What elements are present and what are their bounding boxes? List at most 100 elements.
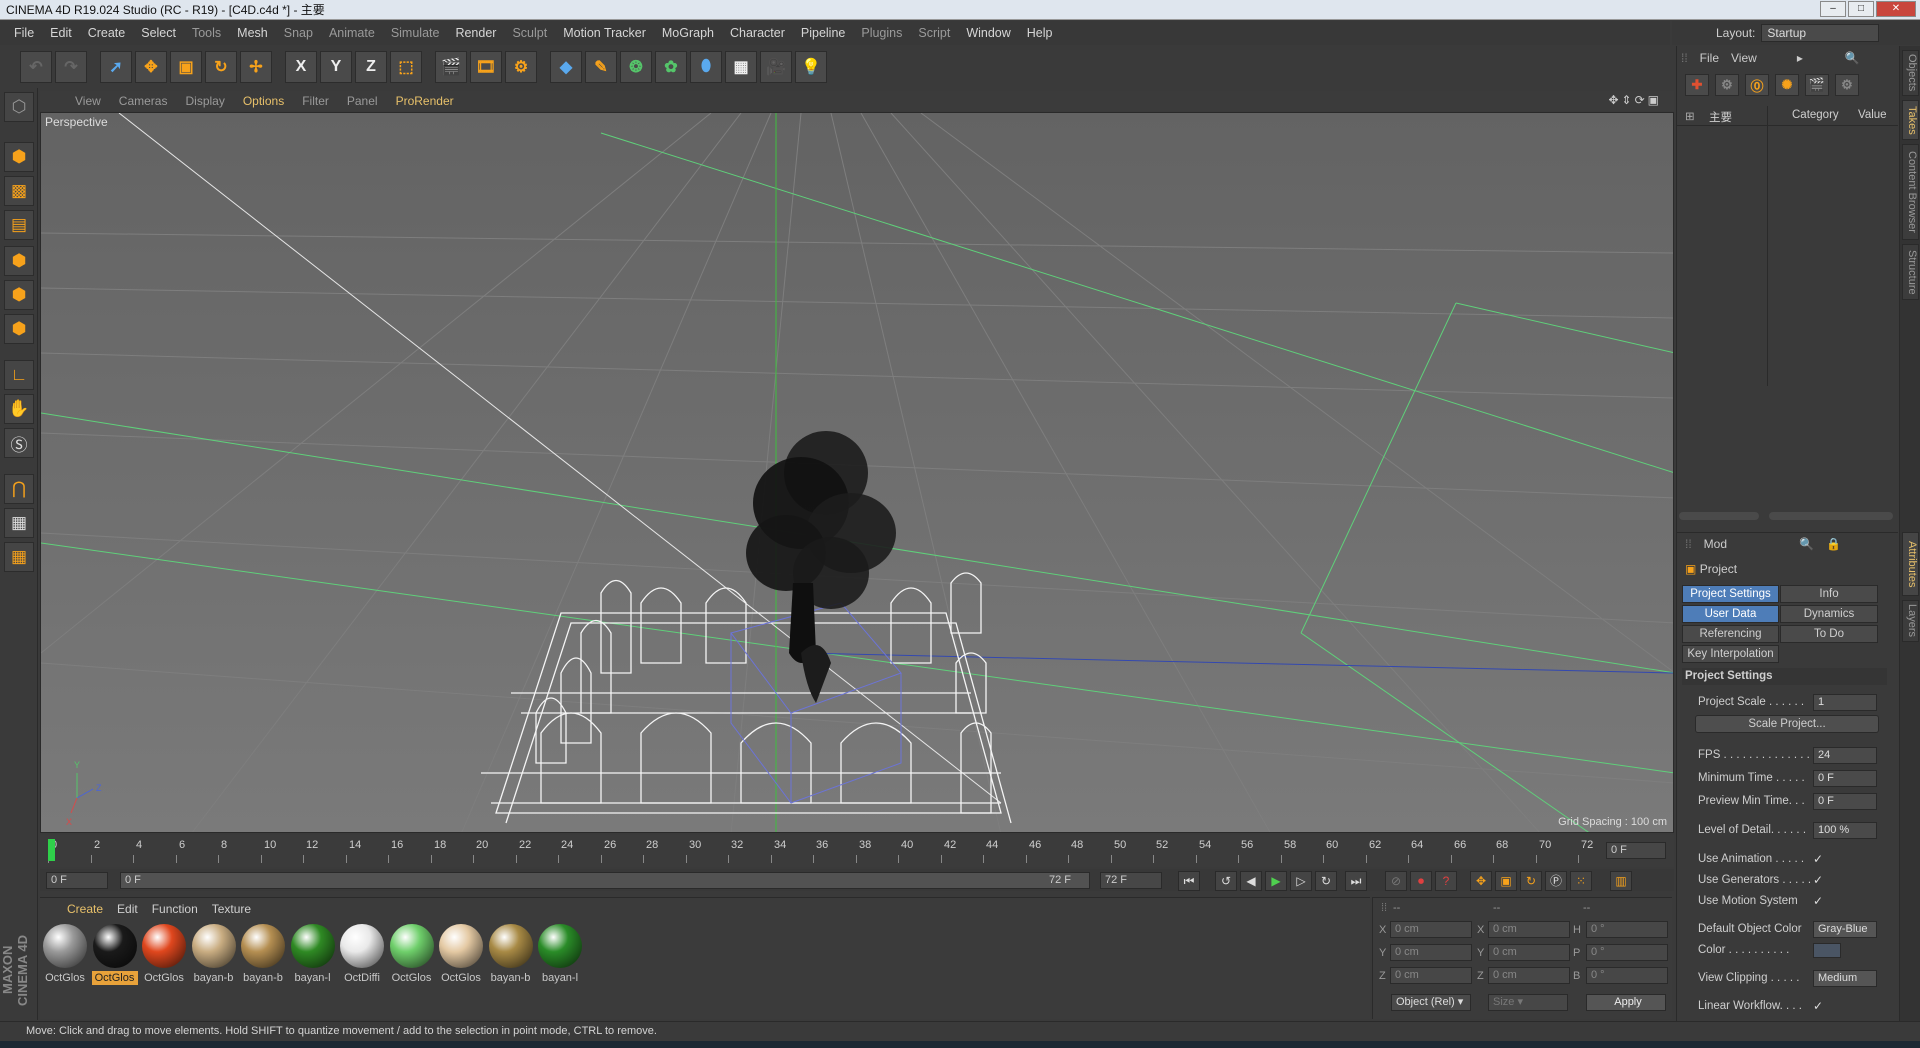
polygons-mode-icon[interactable]: ⬢ (4, 314, 34, 344)
viewport-menu-view[interactable]: View (66, 94, 110, 108)
viewport-menu-display[interactable]: Display (176, 94, 233, 108)
side-tab-layers[interactable]: Layers (1902, 600, 1919, 642)
render-view-icon[interactable]: 🎬 (435, 51, 467, 83)
playhead[interactable] (48, 839, 55, 861)
tab-user-data[interactable]: User Data (1682, 605, 1779, 623)
side-tab-takes[interactable]: Takes (1902, 100, 1919, 140)
material-item[interactable]: OctGlos (389, 924, 435, 990)
attr-drag-handle[interactable]: ⁞⁞ (1685, 537, 1692, 551)
takes-scrollbar-left[interactable] (1679, 512, 1759, 520)
maximize-button[interactable]: □ (1848, 1, 1874, 17)
light-icon[interactable]: 💡 (795, 51, 827, 83)
take-auto-icon[interactable]: ✺ (1775, 74, 1799, 96)
menu-render[interactable]: Render (447, 21, 504, 45)
menu-animate[interactable]: Animate (321, 21, 383, 45)
material-preview-ball[interactable] (488, 924, 533, 968)
coordinate-system-icon[interactable]: ⬚ (390, 51, 422, 83)
close-button[interactable]: ✕ (1876, 1, 1916, 17)
lock-workplane-icon[interactable]: ▦ (4, 508, 34, 538)
fps-field[interactable]: 24 (1813, 747, 1877, 764)
om-search-icon[interactable]: 🔍 (1845, 51, 1860, 65)
take-lock-icon[interactable]: ⚙ (1835, 74, 1859, 96)
move-icon[interactable]: ✥ (135, 51, 167, 83)
viewport-navigation-icons[interactable]: ✥⇕⟳▣ (1608, 93, 1662, 107)
autokey-off-icon[interactable]: ⊘ (1385, 871, 1407, 891)
position-x-field[interactable]: 0 cm (1390, 921, 1472, 938)
current-frame-field[interactable]: 0 F (1606, 842, 1666, 859)
take-root-label[interactable]: 主要 (1709, 109, 1732, 125)
timeline[interactable]: 0246810121416182022242628303234363840424… (40, 835, 1674, 867)
play-icon[interactable]: ▶ (1265, 871, 1287, 891)
select-arrow-icon[interactable]: ➚ (100, 51, 132, 83)
camera-icon[interactable]: 🎥 (760, 51, 792, 83)
tab-to-do[interactable]: To Do (1780, 625, 1878, 643)
key-param-icon[interactable]: Ⓟ (1545, 871, 1567, 891)
axis-mode-icon[interactable]: ∟ (4, 360, 34, 390)
viewport-menu-filter[interactable]: Filter (293, 94, 338, 108)
menu-script[interactable]: Script (910, 21, 958, 45)
linear-workflow-checkbox[interactable]: ✓ (1813, 999, 1823, 1013)
workplane-icon[interactable]: ▤ (4, 210, 34, 240)
timeline-settings-icon[interactable]: ▥ (1610, 871, 1632, 891)
deformer-icon[interactable]: ⬮ (690, 51, 722, 83)
material-preview-ball[interactable] (191, 924, 236, 968)
go-to-start-icon[interactable]: ⏮ (1178, 871, 1200, 891)
om-menu-more-icon[interactable]: ▸ (1797, 51, 1803, 65)
viewport-canvas[interactable]: Y Z X (41, 113, 1674, 833)
pen-spline-icon[interactable]: ✎ (585, 51, 617, 83)
edges-mode-icon[interactable]: ⬢ (4, 280, 34, 310)
menu-tools[interactable]: Tools (184, 21, 229, 45)
snap-icon[interactable]: ⋂ (4, 474, 34, 504)
menu-create[interactable]: Create (80, 21, 134, 45)
next-key-icon[interactable]: ↻ (1315, 871, 1337, 891)
side-tab-structure[interactable]: Structure (1902, 244, 1919, 300)
axis-y-button[interactable]: Y (320, 51, 352, 83)
material-item[interactable]: OctGlos (141, 924, 187, 990)
next-frame-icon[interactable]: ▷ (1290, 871, 1312, 891)
model-mode-icon[interactable]: ⬢ (4, 142, 34, 172)
viewport-perspective[interactable]: Y Z X Perspective Grid Spacing : 100 cm (40, 112, 1674, 833)
side-tab-objects[interactable]: Objects (1902, 50, 1919, 96)
menu-sculpt[interactable]: Sculpt (504, 21, 555, 45)
scale-icon[interactable]: ▣ (170, 51, 202, 83)
take-render-icon[interactable]: 🎬 (1805, 74, 1829, 96)
material-preview-ball[interactable] (439, 924, 483, 968)
color-swatch[interactable] (1813, 943, 1841, 958)
material-item[interactable]: bayan-b (240, 924, 286, 990)
attr-mode-menu[interactable]: Mod (1704, 537, 1727, 551)
material-menu-function[interactable]: Function (145, 902, 205, 916)
attr-search-icon[interactable]: 🔍 (1799, 537, 1814, 551)
preview-min-time-field[interactable]: 0 F (1813, 793, 1877, 810)
menu-mograph[interactable]: MoGraph (654, 21, 722, 45)
side-tab-attributes[interactable]: Attributes (1902, 532, 1919, 596)
material-item[interactable]: OctGlos (42, 924, 88, 990)
tab-referencing[interactable]: Referencing (1682, 625, 1779, 643)
viewport-menu-prorender[interactable]: ProRender (387, 94, 463, 108)
menu-mesh[interactable]: Mesh (229, 21, 276, 45)
size-y-field[interactable]: 0 cm (1488, 944, 1570, 961)
viewport-menu-cameras[interactable]: Cameras (110, 94, 177, 108)
menu-snap[interactable]: Snap (276, 21, 321, 45)
use-generators-checkbox[interactable]: ✓ (1813, 873, 1823, 887)
size-z-field[interactable]: 0 cm (1488, 967, 1570, 984)
rotation-b-field[interactable]: 0 ° (1586, 967, 1668, 984)
material-preview-ball[interactable] (142, 924, 186, 968)
position-z-field[interactable]: 0 cm (1390, 967, 1472, 984)
end-frame-field[interactable]: 72 F (1100, 872, 1162, 889)
material-item[interactable]: bayan-b (488, 924, 534, 990)
redo-icon[interactable]: ↷ (55, 51, 87, 83)
texture-mode-icon[interactable]: ▩ (4, 176, 34, 206)
solo-icon[interactable]: Ⓢ (4, 428, 34, 458)
take-clone-icon[interactable]: ⚙ (1715, 74, 1739, 96)
material-preview-ball[interactable] (92, 924, 137, 968)
material-preview-ball[interactable] (538, 924, 582, 968)
scale-project-button[interactable]: Scale Project... (1695, 715, 1879, 733)
level-of-detail-field[interactable]: 100 % (1813, 822, 1877, 839)
take-new-icon[interactable]: ✚ (1685, 74, 1709, 96)
go-to-end-icon[interactable]: ⏭ (1345, 871, 1367, 891)
material-item[interactable]: OctGlos (91, 924, 138, 990)
material-item[interactable]: bayan-l (290, 924, 336, 990)
material-preview-ball[interactable] (340, 924, 384, 968)
floor-icon[interactable]: ▦ (725, 51, 757, 83)
material-preview-ball[interactable] (389, 924, 434, 968)
